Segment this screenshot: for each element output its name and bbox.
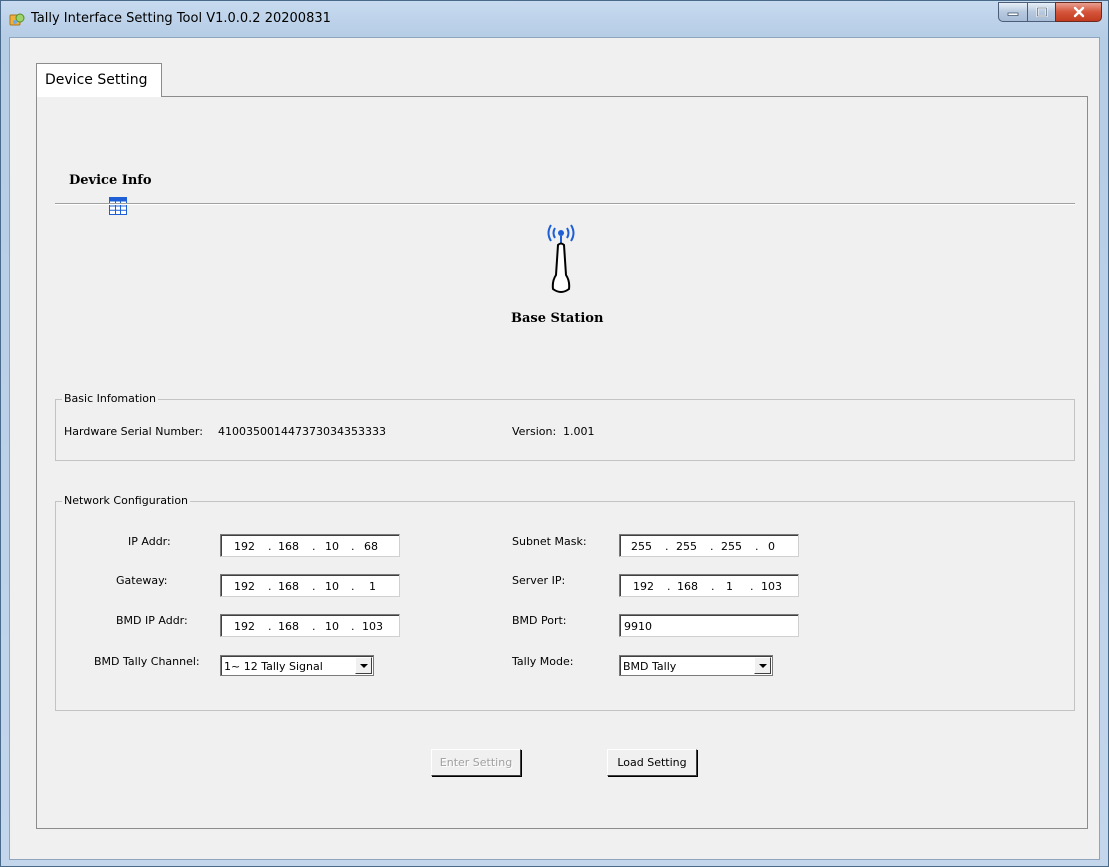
tab-label: Device Setting bbox=[45, 72, 148, 88]
ip-dot: . bbox=[351, 540, 355, 553]
divider bbox=[55, 203, 1075, 205]
bmd-ip-addr-label: BMD IP Addr: bbox=[116, 614, 188, 627]
ip-octet: 103 bbox=[761, 580, 782, 593]
enter-setting-button[interactable]: Enter Setting bbox=[431, 749, 521, 776]
ip-octet: 103 bbox=[362, 620, 383, 633]
ip-dot: . bbox=[711, 580, 715, 593]
device-info-label[interactable]: Device Info bbox=[69, 173, 152, 188]
ip-octet: 192 bbox=[234, 620, 255, 633]
subnet-mask-field[interactable]: 255 . 255 . 255 . 0 bbox=[619, 534, 799, 557]
ip-dot: . bbox=[755, 540, 759, 553]
grid-icon[interactable] bbox=[109, 197, 127, 215]
bmd-port-label: BMD Port: bbox=[512, 614, 567, 627]
app-icon bbox=[9, 13, 25, 26]
ip-octet: 10 bbox=[325, 620, 339, 633]
chevron-down-icon[interactable] bbox=[754, 657, 771, 674]
ip-octet: 255 bbox=[631, 540, 652, 553]
base-station-label: Base Station bbox=[511, 311, 604, 326]
ip-octet: 10 bbox=[325, 580, 339, 593]
ip-octet: 68 bbox=[364, 540, 378, 553]
antenna-icon bbox=[547, 224, 575, 293]
minimize-icon bbox=[1007, 12, 1019, 16]
ip-octet: 168 bbox=[278, 540, 299, 553]
ip-addr-field[interactable]: 192 . 168 . 10 . 68 bbox=[220, 534, 400, 557]
server-ip-label: Server IP: bbox=[512, 574, 566, 587]
bmd-port-field[interactable]: 9910 bbox=[619, 614, 799, 637]
gateway-field[interactable]: 192 . 168 . 10 . 1 bbox=[220, 574, 400, 597]
bmd-tally-channel-label: BMD Tally Channel: bbox=[94, 655, 200, 668]
tally-mode-select[interactable]: BMD Tally bbox=[619, 655, 773, 676]
tab-device-setting[interactable]: Device Setting bbox=[36, 63, 162, 97]
ip-octet: 10 bbox=[325, 540, 339, 553]
bmd-tally-channel-value: 1~ 12 Tally Signal bbox=[224, 660, 323, 673]
client-area: Device Setting Device Info Base Station bbox=[9, 37, 1100, 860]
ip-octet: 0 bbox=[768, 540, 775, 553]
tally-mode-label: Tally Mode: bbox=[512, 655, 574, 668]
basic-info-title: Basic Infomation bbox=[62, 392, 158, 405]
ip-octet: 192 bbox=[234, 580, 255, 593]
app-window: Tally Interface Setting Tool V1.0.0.2 20… bbox=[0, 0, 1109, 867]
ip-dot: . bbox=[312, 540, 316, 553]
basic-info-group: Basic Infomation Hardware Serial Number:… bbox=[55, 392, 1075, 461]
load-setting-button[interactable]: Load Setting bbox=[607, 749, 697, 776]
ip-octet: 1 bbox=[369, 580, 376, 593]
ip-addr-label: IP Addr: bbox=[128, 535, 171, 548]
close-button[interactable] bbox=[1055, 2, 1102, 22]
ip-dot: . bbox=[351, 580, 355, 593]
bmd-ip-addr-field[interactable]: 192 . 168 . 10 . 103 bbox=[220, 614, 400, 637]
ip-octet: 168 bbox=[677, 580, 698, 593]
device-setting-panel: Device Info Base Station Basic Infomatio… bbox=[36, 96, 1088, 829]
server-ip-field[interactable]: 192 . 168 . 1 . 103 bbox=[619, 574, 799, 597]
bmd-port-value: 9910 bbox=[624, 620, 652, 633]
ip-octet: 192 bbox=[234, 540, 255, 553]
network-config-title: Network Configuration bbox=[62, 494, 191, 507]
serial-value: 410035001447373034353333 bbox=[218, 425, 386, 438]
ip-dot: . bbox=[710, 540, 714, 553]
ip-octet: 255 bbox=[676, 540, 697, 553]
subnet-mask-label: Subnet Mask: bbox=[512, 535, 587, 548]
ip-dot: . bbox=[268, 620, 272, 633]
caption-buttons bbox=[998, 2, 1102, 23]
ip-dot: . bbox=[312, 620, 316, 633]
ip-octet: 168 bbox=[278, 580, 299, 593]
network-config-group: Network Configuration IP Addr: 192 . 168… bbox=[55, 494, 1075, 711]
ip-dot: . bbox=[312, 580, 316, 593]
ip-octet: 168 bbox=[278, 620, 299, 633]
minimize-button[interactable] bbox=[998, 2, 1027, 22]
ip-dot: . bbox=[268, 580, 272, 593]
close-icon bbox=[1073, 6, 1084, 18]
version-value: 1.001 bbox=[563, 425, 595, 438]
maximize-button[interactable] bbox=[1027, 2, 1055, 22]
title-bar[interactable]: Tally Interface Setting Tool V1.0.0.2 20… bbox=[1, 1, 1108, 37]
maximize-icon bbox=[1036, 7, 1047, 17]
ip-octet: 192 bbox=[633, 580, 654, 593]
ip-octet: 255 bbox=[721, 540, 742, 553]
ip-dot: . bbox=[667, 580, 671, 593]
version-label: Version: bbox=[512, 425, 557, 438]
gateway-label: Gateway: bbox=[116, 574, 168, 587]
bmd-tally-channel-select[interactable]: 1~ 12 Tally Signal bbox=[220, 655, 374, 676]
ip-octet: 1 bbox=[726, 580, 733, 593]
ip-dot: . bbox=[351, 620, 355, 633]
ip-dot: . bbox=[665, 540, 669, 553]
window-title: Tally Interface Setting Tool V1.0.0.2 20… bbox=[31, 11, 331, 26]
chevron-down-icon[interactable] bbox=[355, 657, 372, 674]
serial-label: Hardware Serial Number: bbox=[64, 425, 203, 438]
ip-dot: . bbox=[268, 540, 272, 553]
ip-dot: . bbox=[750, 580, 754, 593]
tally-mode-value: BMD Tally bbox=[623, 660, 677, 673]
